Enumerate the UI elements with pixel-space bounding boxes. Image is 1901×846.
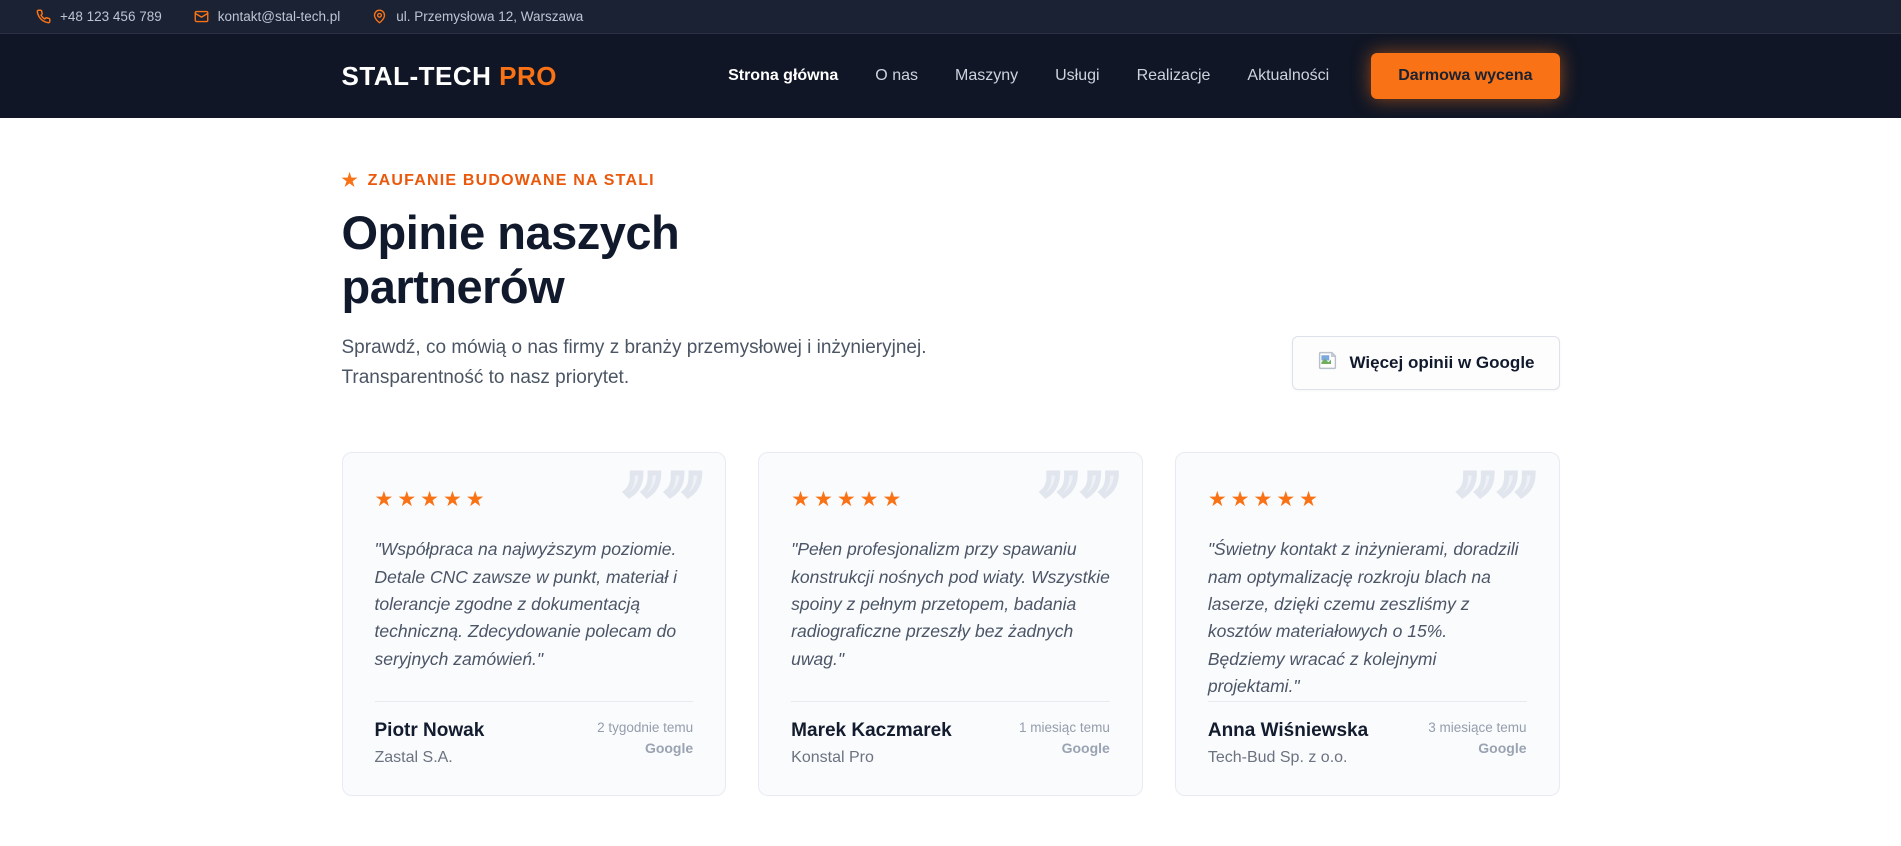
review-time: 2 tygodnie temu bbox=[597, 719, 694, 735]
eyebrow-text: ZAUFANIE BUDOWANE NA STALI bbox=[367, 171, 655, 189]
reviewer-company: Konstal Pro bbox=[791, 748, 874, 766]
review-cards: ”” ★★★★★ "Współpraca na najwyższym pozio… bbox=[341, 452, 1560, 796]
nav-item-realizacje[interactable]: Realizacje bbox=[1137, 67, 1211, 85]
map-pin-icon bbox=[372, 9, 387, 24]
review-card: ”” ★★★★★ "Współpraca na najwyższym pozio… bbox=[341, 452, 727, 796]
top-contact-bar: +48 123 456 789 kontakt@stal-tech.pl ul.… bbox=[0, 0, 1901, 34]
reviewer-name: Marek Kaczmarek bbox=[791, 719, 952, 741]
review-time: 3 miesiące temu bbox=[1428, 719, 1527, 735]
section-subtitle: Sprawdź, co mówią o nas firmy z branży p… bbox=[342, 333, 927, 392]
phone-icon bbox=[36, 9, 51, 24]
review-footer: Marek Kaczmarek Konstal Pro 1 miesiąc te… bbox=[791, 700, 1110, 795]
subtitle-line-1: Sprawdź, co mówią o nas firmy z branży p… bbox=[341, 337, 927, 359]
review-time: 1 miesiąc temu bbox=[1019, 719, 1110, 735]
reviews-section: ★ ZAUFANIE BUDOWANE NA STALI Opinie nasz… bbox=[341, 118, 1560, 796]
nav-item-o-nas[interactable]: O nas bbox=[875, 67, 918, 85]
logo-text-pro: PRO bbox=[499, 60, 557, 91]
main-navbar: STAL-TECH PRO Strona główna O nas Maszyn… bbox=[0, 34, 1901, 118]
star-icon: ★ bbox=[341, 170, 358, 190]
reviewer-company: Tech-Bud Sp. z o.o. bbox=[1207, 748, 1348, 766]
reviewer-company: Zastal S.A. bbox=[374, 748, 453, 766]
logo[interactable]: STAL-TECH PRO bbox=[342, 61, 557, 92]
nav-item-aktualnosci[interactable]: Aktualności bbox=[1247, 67, 1329, 85]
phone-link[interactable]: +48 123 456 789 bbox=[36, 9, 162, 24]
quote-icon: ”” bbox=[1033, 455, 1126, 563]
review-footer: Anna Wiśniewska Tech-Bud Sp. z o.o. 3 mi… bbox=[1207, 700, 1527, 795]
address-text: ul. Przemysłowa 12, Warszawa bbox=[396, 9, 584, 24]
reviewer-name: Anna Wiśniewska bbox=[1207, 719, 1369, 741]
email-address: kontakt@stal-tech.pl bbox=[217, 9, 341, 24]
review-card: ”” ★★★★★ "Pełen profesjonalizm przy spaw… bbox=[758, 452, 1143, 796]
review-card: ”” ★★★★★ "Świetny kontakt z inżynierami,… bbox=[1174, 452, 1560, 796]
google-button-label: Więcej opinii w Google bbox=[1349, 352, 1535, 372]
quote-icon: ”” bbox=[617, 455, 710, 563]
nav-item-uslugi[interactable]: Usługi bbox=[1055, 67, 1099, 85]
reviewer-name: Piotr Nowak bbox=[374, 719, 485, 741]
broken-image-icon bbox=[1317, 350, 1338, 376]
free-quote-button[interactable]: Darmowa wycena bbox=[1371, 53, 1560, 99]
review-source: Google bbox=[1478, 739, 1527, 756]
review-source: Google bbox=[1061, 739, 1110, 756]
nav-item-strona-glowna[interactable]: Strona główna bbox=[728, 67, 838, 85]
email-link[interactable]: kontakt@stal-tech.pl bbox=[194, 9, 341, 24]
section-eyebrow: ★ ZAUFANIE BUDOWANE NA STALI bbox=[342, 170, 1560, 191]
more-google-reviews-button[interactable]: Więcej opinii w Google bbox=[1291, 335, 1560, 390]
subtitle-line-2: Transparentność to nasz priorytet. bbox=[341, 366, 630, 388]
review-source: Google bbox=[644, 739, 694, 756]
review-footer: Piotr Nowak Zastal S.A. 2 tygodnie temu … bbox=[374, 700, 694, 795]
page-title: Opinie naszych partnerów bbox=[341, 206, 680, 313]
logo-text-main: STAL-TECH bbox=[341, 60, 492, 91]
phone-number: +48 123 456 789 bbox=[60, 9, 162, 24]
nav-item-maszyny[interactable]: Maszyny bbox=[955, 67, 1018, 85]
envelope-icon bbox=[194, 9, 209, 24]
nav-links: Strona główna O nas Maszyny Usługi Reali… bbox=[728, 67, 1329, 85]
quote-icon: ”” bbox=[1450, 455, 1543, 563]
address-item: ul. Przemysłowa 12, Warszawa bbox=[372, 9, 583, 24]
